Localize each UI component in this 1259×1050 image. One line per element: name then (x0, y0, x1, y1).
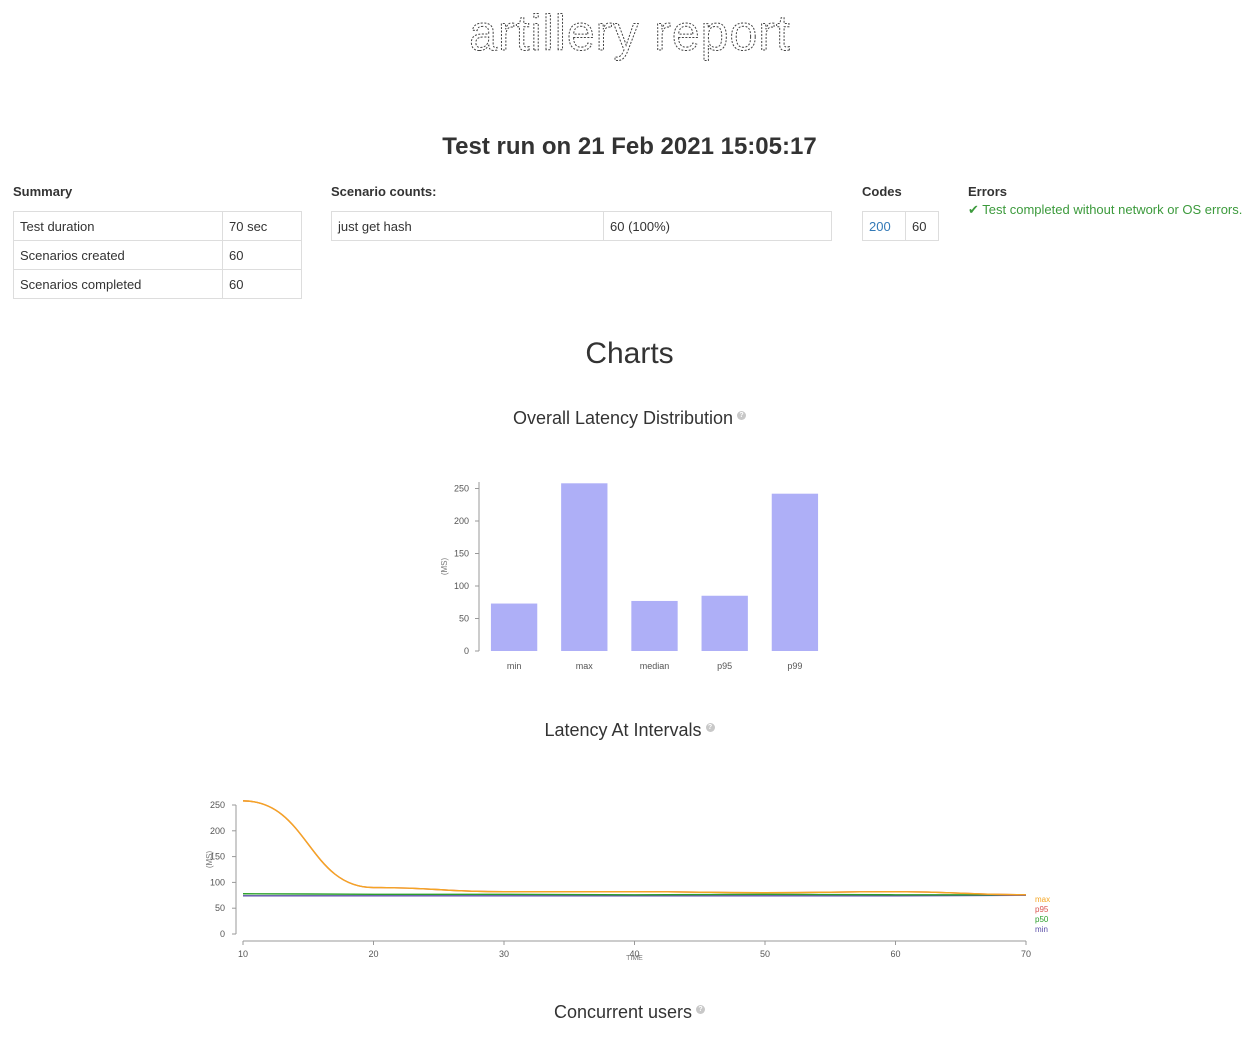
latency-distribution-chart: 0 50 100 150 200 250 (MS) min max median p95 p99 (440, 482, 819, 671)
series-line-max[interactable] (242, 800, 1027, 896)
help-icon[interactable]: ? (737, 411, 747, 420)
y-tick-label: 200 (454, 516, 469, 526)
x-tick-label: 20 (368, 949, 378, 959)
y-tick-label: 250 (210, 800, 225, 810)
y-tick-label: 150 (454, 549, 469, 559)
y-tick-label: 250 (454, 484, 469, 494)
x-tick-label: min (507, 661, 522, 671)
table-row: Scenarios completed 60 (13, 269, 302, 299)
logo-text: artillery report (470, 6, 790, 61)
summary-label: Scenarios created (13, 240, 223, 270)
x-tick-label: max (576, 661, 594, 671)
errors-heading: Errors (968, 184, 1008, 199)
y-axis-label: (MS) (440, 558, 449, 576)
help-icon[interactable]: ? (696, 1005, 706, 1014)
table-row: Test duration 70 sec (13, 211, 302, 241)
legend-item-min[interactable]: min (1035, 925, 1048, 934)
bar-max[interactable] (561, 483, 608, 651)
y-tick-label: 100 (210, 877, 225, 887)
scenario-counts-table: just get hash 60 (100%) (331, 211, 832, 241)
x-tick-label: 60 (890, 949, 900, 959)
y-axis-label: (MS) (205, 851, 214, 869)
concurrent-users-title: Concurrent users? (0, 1002, 1259, 1023)
x-tick-label: p99 (787, 661, 802, 671)
series-line-p50[interactable] (242, 893, 1026, 896)
codes-table: 200 60 (862, 211, 939, 241)
latency-intervals-title-text: Latency At Intervals (544, 720, 702, 740)
summary-value: 60 (222, 269, 302, 299)
y-tick-label: 50 (215, 903, 225, 913)
series-line-p95[interactable] (242, 800, 1027, 896)
scenario-counts-heading: Scenario counts: (331, 184, 437, 199)
latency-distribution-title: Overall Latency Distribution? (0, 408, 1259, 429)
legend-item-p50[interactable]: p50 (1035, 915, 1049, 924)
x-tick-label: 70 (1021, 949, 1031, 959)
x-tick-label: 30 (499, 949, 509, 959)
table-row: 200 60 (862, 211, 939, 241)
scenario-count: 60 (100%) (603, 211, 832, 241)
y-tick-label: 0 (464, 646, 469, 656)
scenario-name: just get hash (331, 211, 604, 241)
legend-item-p95[interactable]: p95 (1035, 905, 1049, 914)
latency-distribution-title-text: Overall Latency Distribution (512, 408, 734, 428)
y-tick-label: 0 (220, 929, 225, 939)
summary-label: Scenarios completed (13, 269, 223, 299)
x-tick-label: 10 (238, 949, 248, 959)
x-tick-label: p95 (717, 661, 732, 671)
status-code: 200 (862, 211, 906, 241)
y-tick-label: 100 (454, 581, 469, 591)
bar-p99[interactable] (771, 493, 819, 651)
page-title: Test run on 21 Feb 2021 15:05:17 (442, 133, 817, 160)
y-tick-label: 50 (459, 614, 469, 624)
x-axis-label: TIME (626, 955, 643, 962)
errors-message: ✔ Test completed without network or OS e… (968, 202, 1243, 217)
bar-p95[interactable] (701, 595, 748, 651)
help-icon[interactable]: ? (705, 723, 715, 732)
table-row: Scenarios created 60 (13, 240, 302, 270)
legend-item-max[interactable]: max (1035, 895, 1050, 904)
summary-label: Test duration (13, 211, 223, 241)
x-tick-label: 50 (760, 949, 770, 959)
bar-median[interactable] (631, 600, 678, 651)
artillery-logo: artillery report (0, 6, 1259, 76)
latency-intervals-chart: 050100150200250(MS)10 20 30 40 50 60 70TIMEmax… (205, 800, 1050, 962)
charts-heading: Charts (585, 337, 674, 370)
summary-value: 60 (222, 240, 302, 270)
bar-min[interactable] (490, 603, 538, 651)
y-tick-label: 200 (210, 826, 225, 836)
table-row: just get hash 60 (100%) (331, 211, 832, 241)
summary-value: 70 sec (222, 211, 302, 241)
latency-intervals-title: Latency At Intervals? (0, 720, 1259, 741)
concurrent-users-title-text: Concurrent users (553, 1002, 693, 1022)
summary-heading: Summary (13, 184, 73, 199)
status-code-count: 60 (905, 211, 939, 241)
codes-heading: Codes (862, 184, 902, 199)
summary-table: Test duration 70 sec Scenarios created 6… (13, 211, 302, 299)
x-tick-label: median (640, 661, 670, 671)
